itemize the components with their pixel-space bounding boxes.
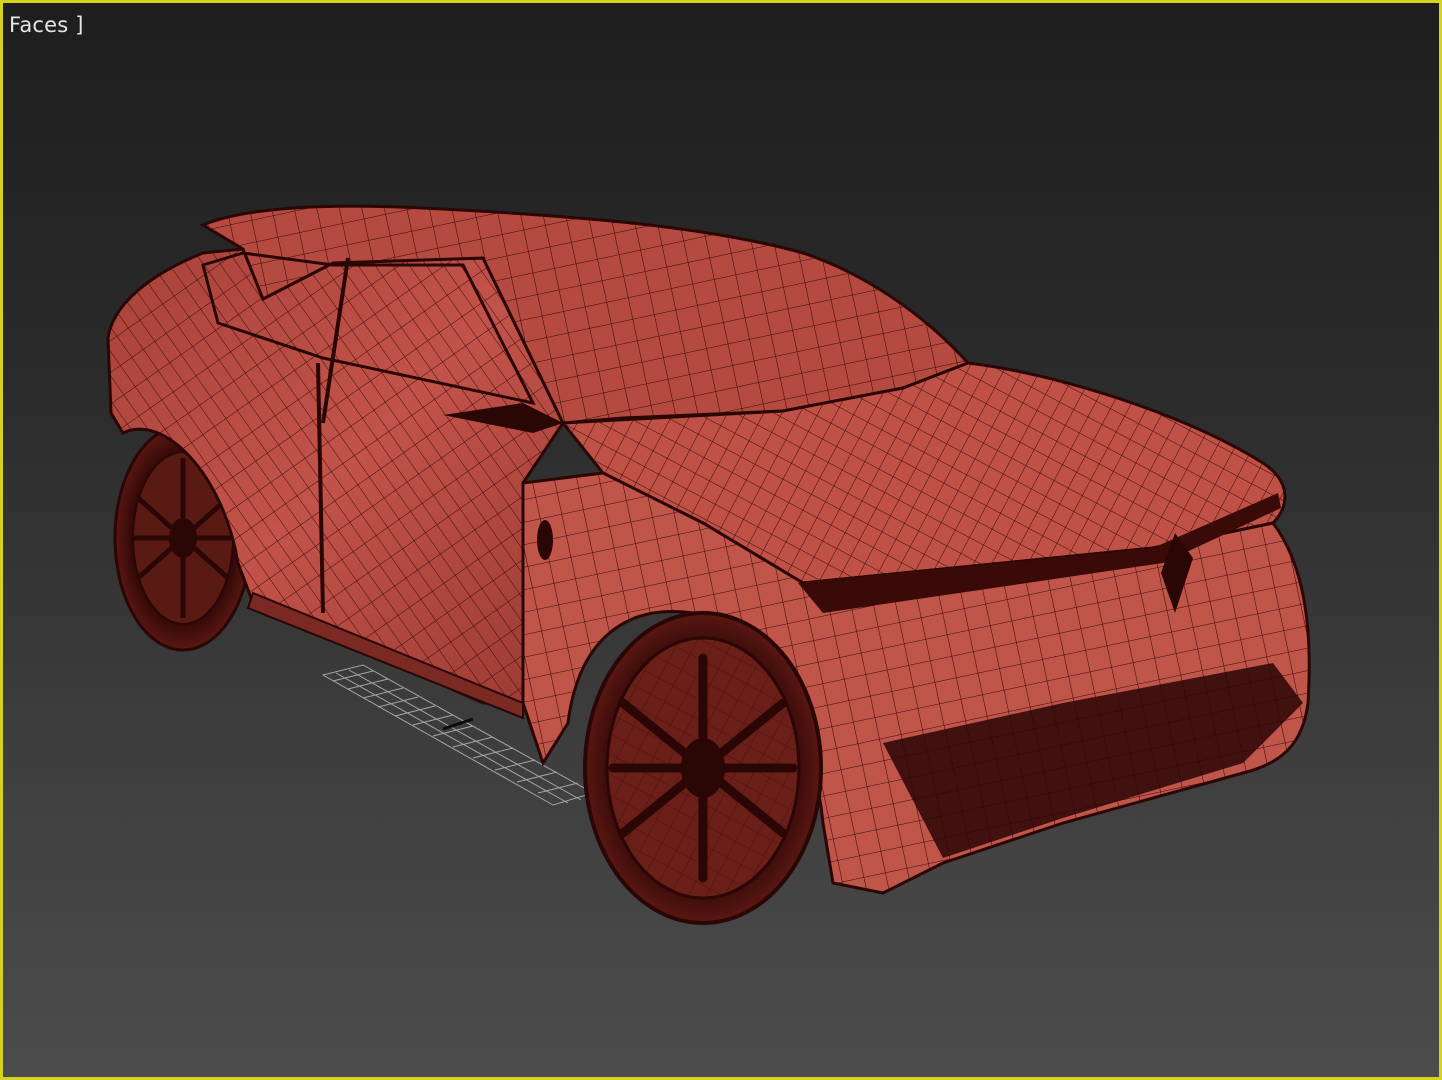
front-wheel: [583, 611, 823, 925]
scene-canvas[interactable]: [3, 3, 1439, 1077]
viewport-perspective[interactable]: Faces ]: [0, 0, 1442, 1080]
